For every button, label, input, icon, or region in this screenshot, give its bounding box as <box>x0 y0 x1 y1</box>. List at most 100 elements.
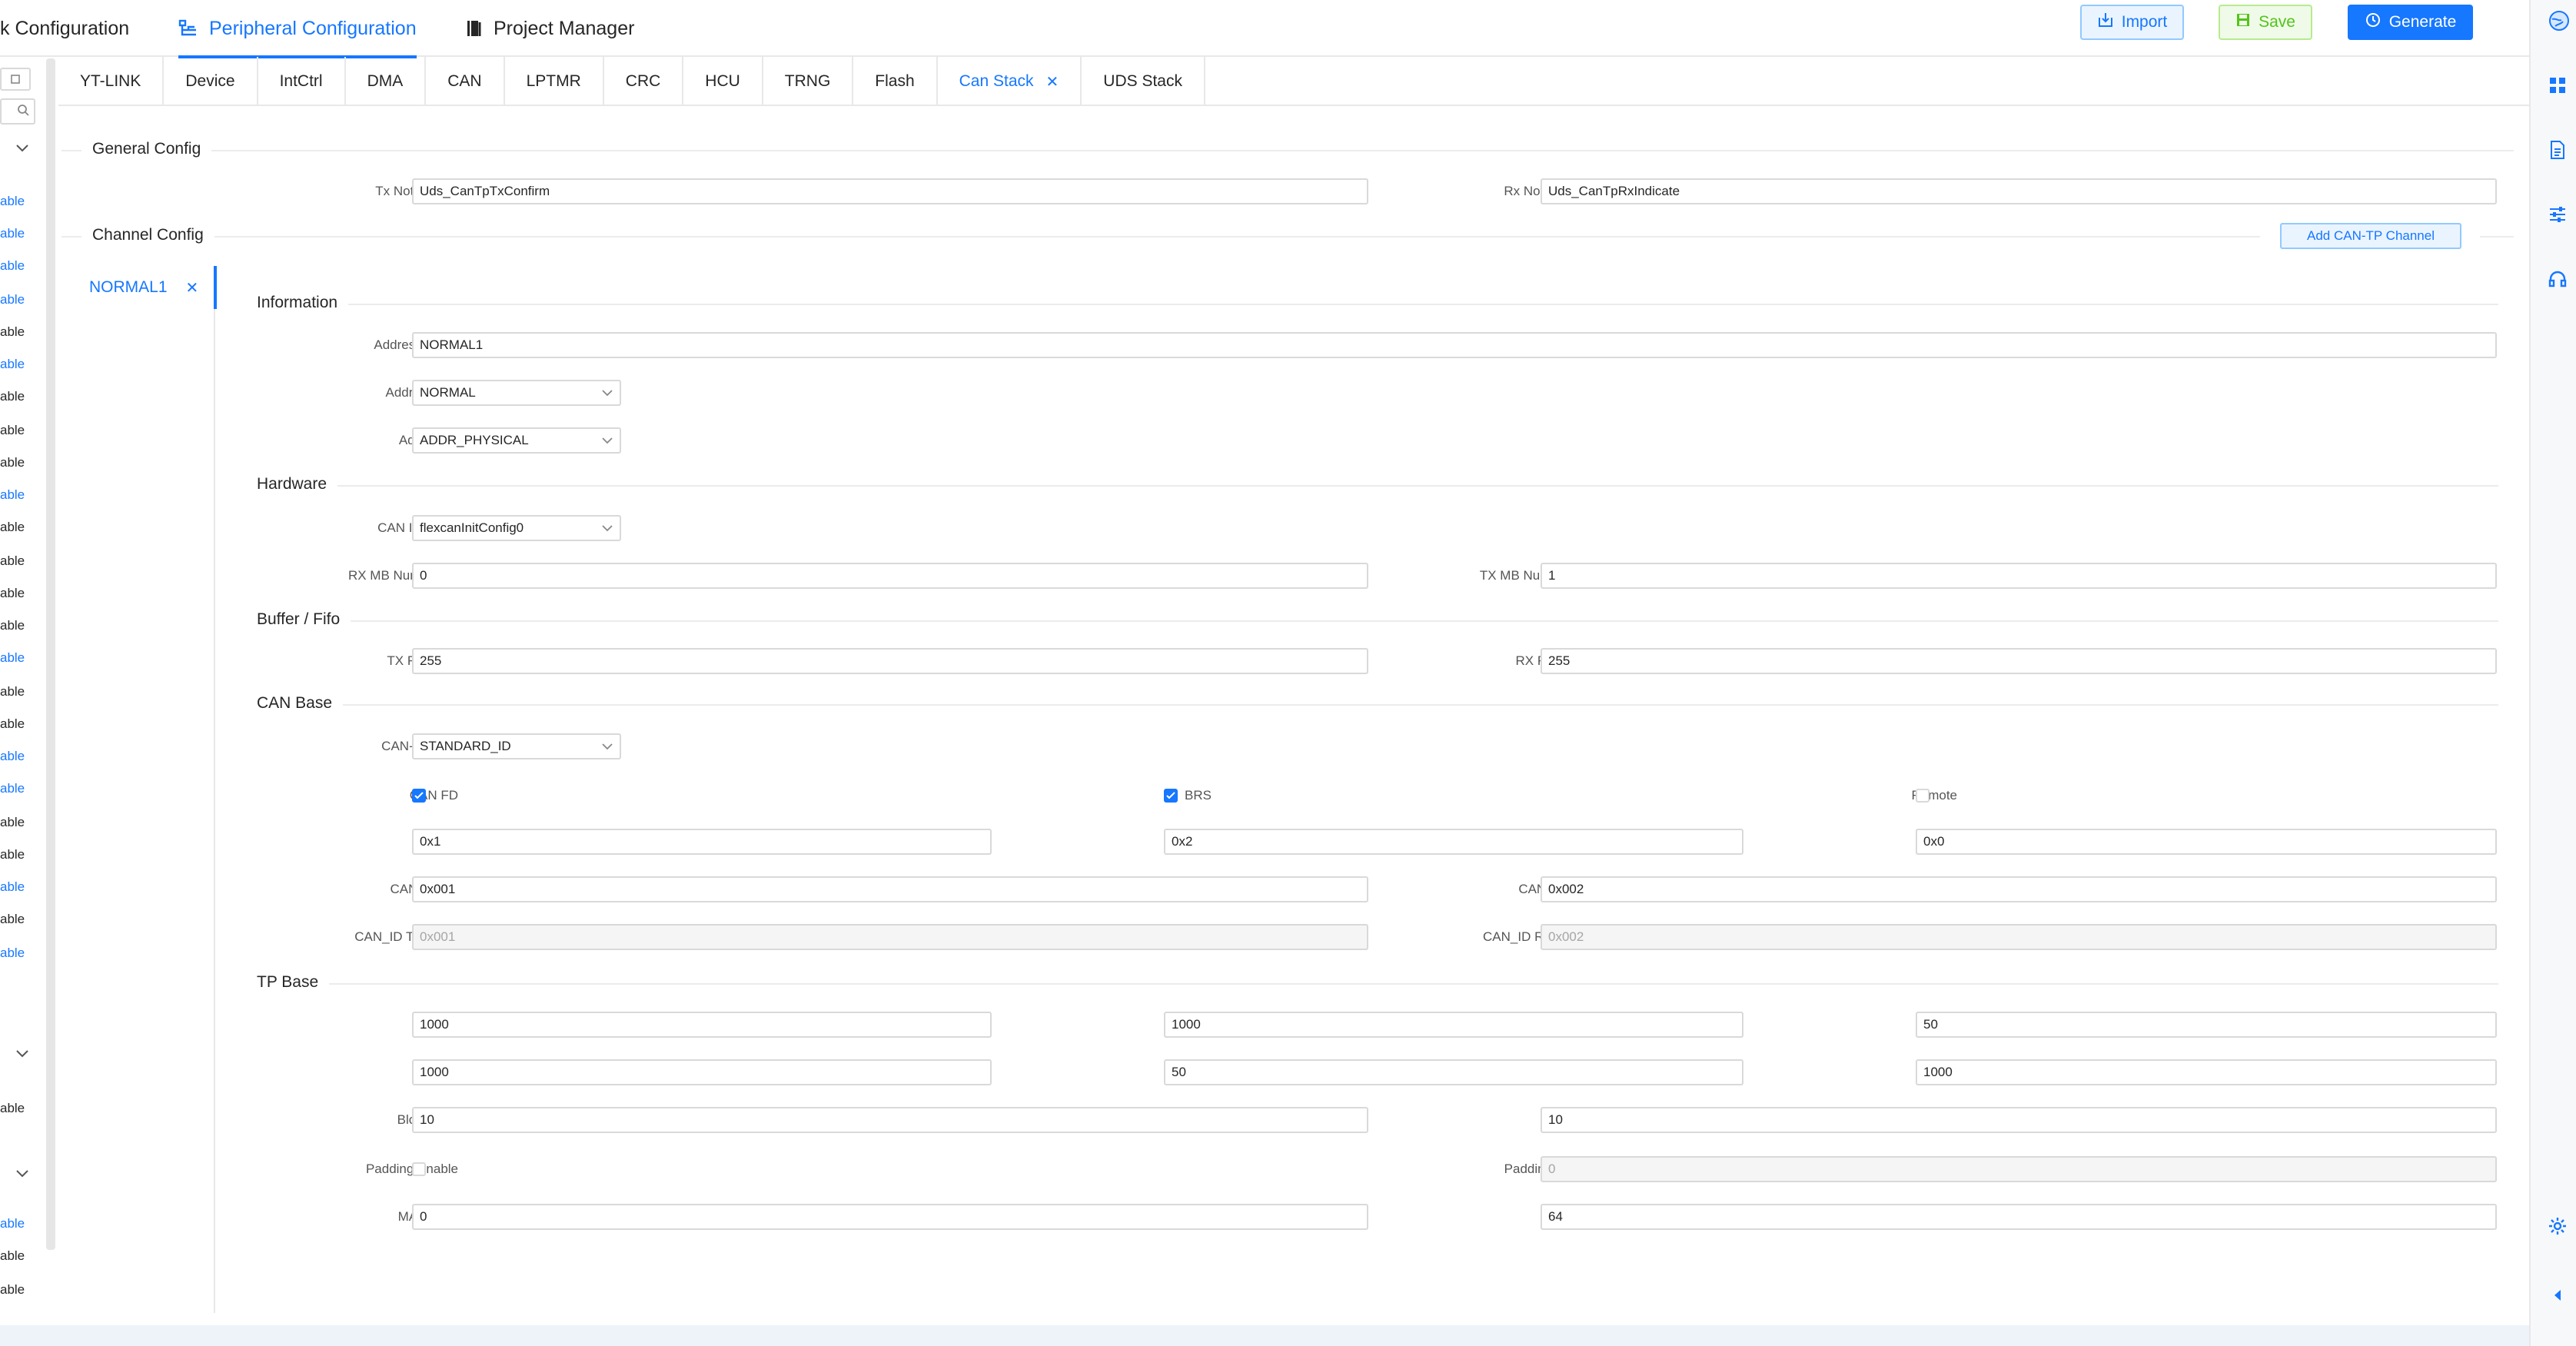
list-item[interactable]: able <box>0 749 25 764</box>
channel-tab-normal1[interactable]: NORMAL1 ✕ <box>58 266 217 309</box>
list-item[interactable]: able <box>0 389 25 404</box>
block-size-field[interactable]: 10 <box>412 1107 1368 1133</box>
ncr-field[interactable]: 1000 <box>1916 1059 2497 1085</box>
tab-clock-configuration[interactable]: k Configuration <box>0 0 129 57</box>
tx-fifo-size-field[interactable]: 255 <box>412 648 1368 674</box>
top-bar: k Configuration Peripheral Configuration… <box>0 0 2529 58</box>
padding-enable-checkbox[interactable] <box>412 1162 426 1176</box>
addr-format-select[interactable]: NORMAL <box>412 380 621 406</box>
n-ae-field[interactable]: 0x0 <box>1916 829 2497 855</box>
list-item[interactable]: able <box>0 357 25 372</box>
tab-can-stack[interactable]: Can Stack ✕ <box>938 57 1082 106</box>
left-scrollbar[interactable] <box>46 58 55 1250</box>
document-icon[interactable] <box>2546 138 2569 161</box>
list-item[interactable]: able <box>0 292 25 307</box>
grid-icon[interactable] <box>2546 74 2569 97</box>
list-item[interactable]: able <box>0 1282 25 1298</box>
section-divider <box>240 620 2498 622</box>
list-item[interactable]: able <box>0 226 25 241</box>
address-name-field[interactable]: NORMAL1 <box>412 332 2497 358</box>
addr-type-value: ADDR_PHYSICAL <box>420 433 529 447</box>
tab-intctrl[interactable]: IntCtrl <box>258 57 346 106</box>
stmin-field[interactable]: 10 <box>1541 1107 2497 1133</box>
tab-label: CAN <box>447 72 482 90</box>
tx-dl-field[interactable]: 64 <box>1541 1204 2497 1230</box>
tx-notification-field[interactable]: Uds_CanTpTxConfirm <box>412 178 1368 204</box>
nas-field[interactable]: 1000 <box>412 1012 992 1038</box>
list-item[interactable]: able <box>0 879 25 895</box>
tab-crc[interactable]: CRC <box>604 57 684 106</box>
can-id-tx-field[interactable]: 0x001 <box>412 876 1368 902</box>
rx-notification-field[interactable]: Uds_CanTpRxIndicate <box>1541 178 2497 204</box>
list-item[interactable]: able <box>0 455 25 470</box>
list-item[interactable]: able <box>0 258 25 274</box>
list-item[interactable]: able <box>0 815 25 830</box>
tab-can[interactable]: CAN <box>426 57 505 106</box>
nbs-field[interactable]: 1000 <box>1164 1012 1743 1038</box>
list-item[interactable]: able <box>0 912 25 927</box>
nar-field[interactable]: 1000 <box>412 1059 992 1085</box>
can-id-type-select[interactable]: STANDARD_ID <box>412 733 621 759</box>
brs-checkbox[interactable] <box>1164 789 1178 803</box>
tab-hcu[interactable]: HCU <box>683 57 763 106</box>
list-item[interactable]: able <box>0 553 25 569</box>
list-item[interactable]: able <box>0 324 25 340</box>
save-button[interactable]: Save <box>2219 5 2312 40</box>
list-item[interactable]: able <box>0 423 25 438</box>
addr-type-select[interactable]: ADDR_PHYSICAL <box>412 427 621 454</box>
can-id-tx-calc-field: 0x001 <box>412 924 1368 950</box>
list-item[interactable]: able <box>0 1216 25 1231</box>
search-input[interactable] <box>0 98 35 125</box>
collapse-left-icon[interactable] <box>2546 1284 2569 1307</box>
add-can-tp-channel-button[interactable]: Add CAN-TP Channel <box>2280 223 2461 249</box>
list-item[interactable]: able <box>0 1248 25 1264</box>
list-item[interactable]: able <box>0 618 25 633</box>
list-item[interactable]: able <box>0 946 25 961</box>
list-item[interactable]: able <box>0 194 25 209</box>
section-divider <box>240 304 2498 305</box>
copy-icon[interactable] <box>0 68 31 91</box>
rx-fifo-size-field[interactable]: 255 <box>1541 648 2497 674</box>
tx-mb-number-field[interactable]: 1 <box>1541 563 2497 589</box>
sliders-icon[interactable] <box>2546 203 2569 226</box>
tab-project-manager[interactable]: Project Manager <box>466 0 634 57</box>
headset-icon[interactable] <box>2546 268 2569 291</box>
list-item[interactable]: able <box>0 1101 25 1116</box>
list-item[interactable]: able <box>0 650 25 666</box>
remote-checkbox[interactable] <box>1916 789 1930 803</box>
ncs-field[interactable]: 50 <box>1916 1012 2497 1038</box>
n-sa-field[interactable]: 0x1 <box>412 829 992 855</box>
tab-label: LPTMR <box>526 72 581 90</box>
rx-mb-number-field[interactable]: 0 <box>412 563 1368 589</box>
can-id-rx-field[interactable]: 0x002 <box>1541 876 2497 902</box>
can-instance-select[interactable]: flexcanInitConfig0 <box>412 515 621 541</box>
generate-button[interactable]: Generate <box>2348 5 2473 40</box>
tab-peripheral-configuration[interactable]: Peripheral Configuration <box>178 0 417 58</box>
max-wtf-field[interactable]: 0 <box>412 1204 1368 1230</box>
tab-device[interactable]: Device <box>164 57 258 106</box>
tab-uds-stack[interactable]: UDS Stack <box>1082 57 1205 106</box>
chevron-down-icon[interactable] <box>15 143 29 157</box>
tab-dma[interactable]: DMA <box>346 57 427 106</box>
n-ta-field[interactable]: 0x2 <box>1164 829 1743 855</box>
chevron-down-icon[interactable] <box>15 1049 29 1062</box>
list-item[interactable]: able <box>0 487 25 503</box>
settings-icon[interactable] <box>2546 1215 2569 1238</box>
nbr-field[interactable]: 50 <box>1164 1059 1743 1085</box>
close-icon[interactable]: ✕ <box>186 278 199 297</box>
chevron-down-icon[interactable] <box>15 1168 29 1182</box>
list-item[interactable]: able <box>0 781 25 796</box>
tab-trng[interactable]: TRNG <box>763 57 854 106</box>
list-item[interactable]: able <box>0 716 25 732</box>
close-icon[interactable]: ✕ <box>1046 72 1059 91</box>
tab-lptmr[interactable]: LPTMR <box>505 57 604 106</box>
list-item[interactable]: able <box>0 684 25 700</box>
tab-flash[interactable]: Flash <box>853 57 938 106</box>
list-item[interactable]: able <box>0 847 25 862</box>
globe-icon[interactable] <box>2548 9 2571 32</box>
tab-yt-link[interactable]: YT-LINK <box>58 57 165 106</box>
import-button[interactable]: Import <box>2080 5 2184 40</box>
list-item[interactable]: able <box>0 520 25 535</box>
can-fd-checkbox[interactable] <box>412 789 426 803</box>
list-item[interactable]: able <box>0 586 25 601</box>
